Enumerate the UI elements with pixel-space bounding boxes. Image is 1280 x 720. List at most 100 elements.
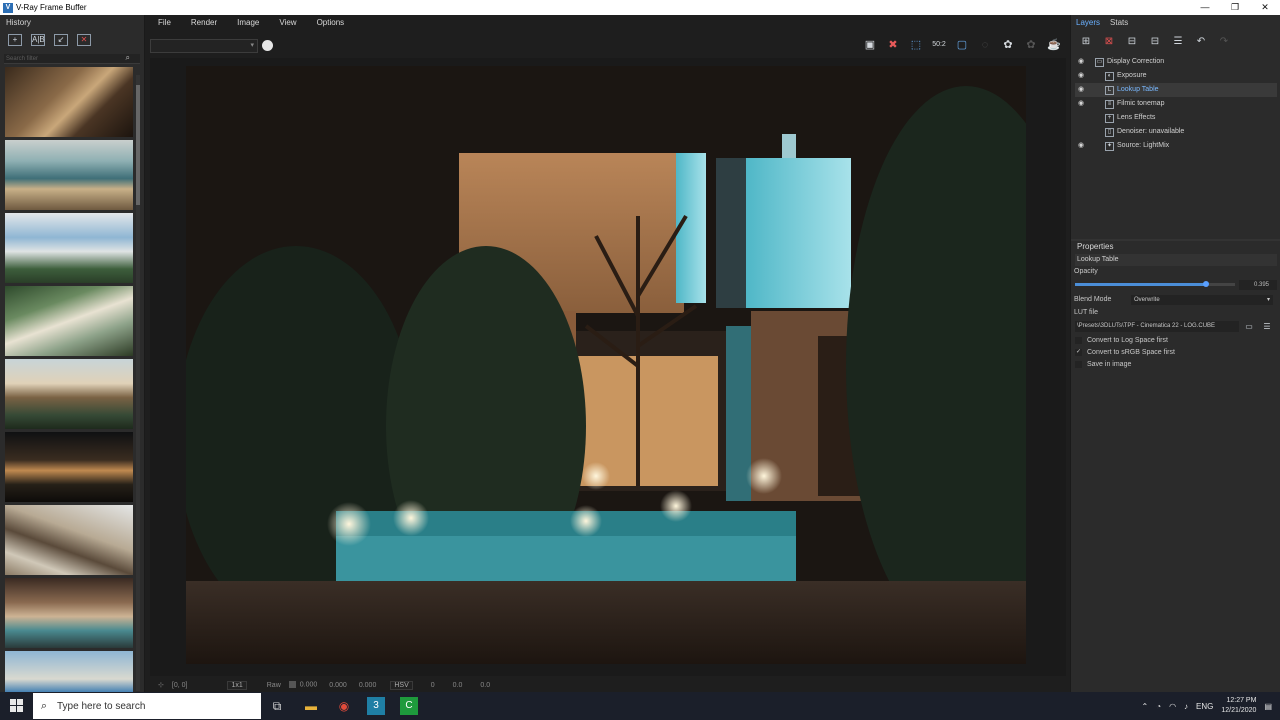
channel-select[interactable]: ▾ [150, 39, 258, 53]
clear-image-icon[interactable]: ✖ [885, 37, 901, 53]
region-render-icon[interactable]: ⬚ [908, 37, 924, 53]
history-thumbnail[interactable] [5, 651, 133, 692]
tab-stats[interactable]: Stats [1105, 15, 1133, 31]
lut-list-icon[interactable]: ☰ [1261, 321, 1273, 332]
zoom-icon[interactable]: 50:2 [931, 37, 947, 53]
check-srgb-space[interactable]: ✓ Convert to sRGB Space first [1075, 349, 1175, 356]
remove-history-icon[interactable]: ✕ [77, 34, 91, 46]
chrome-icon[interactable]: ◉ [335, 697, 353, 715]
chevron-down-icon: ▾ [250, 42, 254, 49]
history-thumbnail[interactable] [5, 578, 133, 648]
menu-view[interactable]: View [271, 15, 308, 31]
checkbox[interactable] [1075, 361, 1082, 368]
frame-icon[interactable]: ▢ [954, 37, 970, 53]
layer-filmic-tonemap[interactable]: ◉ ≡ Filmic tonemap [1075, 97, 1277, 111]
browse-folder-icon[interactable]: ▭ [1243, 321, 1255, 332]
add-layer-icon[interactable]: ⊞ [1079, 35, 1093, 49]
folder-layer-icon: ▭ [1095, 57, 1104, 67]
exposure-layer-icon: ◐ [1105, 71, 1114, 81]
network-icon[interactable]: ◔ [1156, 702, 1161, 711]
task-view-icon[interactable]: ⧉ [268, 697, 286, 715]
visibility-eye-icon[interactable]: ◉ [1075, 97, 1087, 111]
redo-icon[interactable]: ↷ [1217, 35, 1231, 49]
pick-cursor-icon[interactable]: ⊹ [158, 681, 164, 689]
layer-name: Denoiser: unavailable [1117, 128, 1185, 135]
history-thumbnails [5, 67, 134, 692]
history-thumbnail[interactable] [5, 359, 133, 429]
chevron-up-icon[interactable]: ⌃ [1142, 702, 1149, 711]
layer-name: Exposure [1117, 72, 1147, 79]
save-icon[interactable]: ▣ [862, 37, 878, 53]
layers-panel: Layers Stats ⊞ ⊠ ⊟ ⊟ ☰ ↶ ↷ ◉ ▭ Display C… [1070, 15, 1280, 692]
file-explorer-icon[interactable]: ▬ [302, 697, 320, 715]
render-viewport[interactable] [150, 58, 1066, 676]
windows-start-icon[interactable] [10, 699, 23, 712]
check-log-space[interactable]: Convert to Log Space first [1075, 337, 1168, 344]
close-button[interactable]: ✕ [1250, 0, 1280, 15]
opacity-slider-handle[interactable] [1203, 281, 1209, 287]
history-scrollbar[interactable] [136, 75, 140, 691]
pick-icon[interactable]: ◌ [977, 37, 993, 53]
camtasia-icon[interactable]: C [400, 697, 418, 715]
3dsmax-icon[interactable]: 3 [367, 697, 385, 715]
history-thumbnail[interactable] [5, 67, 133, 137]
history-thumbnail[interactable] [5, 505, 133, 575]
language-indicator[interactable]: ENG [1196, 702, 1213, 711]
save-history-icon[interactable]: + [8, 34, 22, 46]
stop-icon[interactable]: ✿ [1023, 37, 1039, 53]
taskbar-search-placeholder: Type here to search [57, 700, 146, 712]
history-search-input[interactable]: Search filter ⌕ [4, 53, 140, 64]
taskbar-search-input[interactable]: ⌕ Type here to search [33, 693, 261, 719]
search-icon: ⌕ [40, 699, 48, 712]
history-thumbnail[interactable] [5, 140, 133, 210]
check-save-in-image[interactable]: Save in image [1075, 361, 1131, 368]
undo-icon[interactable]: ↶ [1194, 35, 1208, 49]
history-thumbnail[interactable] [5, 286, 133, 356]
load-history-icon[interactable]: ↙ [54, 34, 68, 46]
checkbox-checked[interactable]: ✓ [1075, 349, 1082, 356]
notifications-icon[interactable]: ▤ [1264, 702, 1272, 711]
checkbox[interactable] [1075, 337, 1082, 344]
colorspace-select[interactable]: HSV [390, 680, 413, 690]
teapot-render-icon[interactable]: ☕ [1046, 37, 1062, 53]
history-thumbnail[interactable] [5, 432, 133, 502]
menu-image[interactable]: Image [229, 15, 271, 31]
visibility-eye-icon[interactable]: ◉ [1075, 55, 1087, 69]
minimize-button[interactable]: — [1190, 0, 1220, 15]
layer-lens-effects[interactable]: + Lens Effects [1075, 111, 1277, 125]
lut-file-field[interactable]: \Presets\3DLUTs\TPF - Cinematica 22 - LO… [1075, 321, 1239, 332]
maximize-button[interactable]: ❐ [1220, 0, 1250, 15]
delete-layer-icon[interactable]: ⊠ [1102, 35, 1116, 49]
history-thumbnail[interactable] [5, 213, 133, 283]
wifi-icon[interactable]: ◠ [1169, 702, 1176, 711]
blend-mode-select[interactable]: Overwrite ▾ [1131, 295, 1273, 305]
compare-ab-icon[interactable]: A|B [31, 34, 45, 46]
menu-file[interactable]: File [150, 15, 183, 31]
save-layers-icon[interactable]: ⊟ [1125, 35, 1139, 49]
layer-display-correction[interactable]: ◉ ▭ Display Correction [1075, 55, 1277, 69]
clock[interactable]: 12:27 PM 12/21/2020 [1221, 696, 1256, 716]
opacity-slider[interactable] [1075, 281, 1235, 287]
layer-source-lightmix[interactable]: ◉ ✦ Source: LightMix [1075, 139, 1277, 153]
menu-options[interactable]: Options [309, 15, 357, 31]
layer-name: Display Correction [1107, 58, 1165, 65]
visibility-eye-icon[interactable]: ◉ [1075, 69, 1087, 83]
blend-mode-label: Blend Mode [1074, 296, 1112, 303]
render-scene [186, 66, 1026, 664]
checkbox-label: Convert to Log Space first [1087, 337, 1168, 344]
layer-denoiser[interactable]: ▯ Denoiser: unavailable [1075, 125, 1277, 139]
tab-layers[interactable]: Layers [1071, 15, 1105, 31]
volume-icon[interactable]: ♪ [1184, 702, 1188, 711]
render-interactive-icon[interactable]: ✿ [1000, 37, 1016, 53]
visibility-eye-icon[interactable]: ◉ [1075, 139, 1087, 153]
color-picker-icon[interactable] [262, 40, 273, 51]
layer-exposure[interactable]: ◉ ◐ Exposure [1075, 69, 1277, 83]
layer-lookup-table[interactable]: ◉ L Lookup Table [1075, 83, 1277, 97]
checkbox-label: Save in image [1087, 361, 1132, 368]
layer-list-icon[interactable]: ☰ [1171, 35, 1185, 49]
load-layers-icon[interactable]: ⊟ [1148, 35, 1162, 49]
opacity-value[interactable]: 0.395 [1239, 280, 1277, 290]
zoom-select[interactable]: 1x1 [227, 680, 247, 690]
menu-render[interactable]: Render [183, 15, 229, 31]
visibility-eye-icon[interactable]: ◉ [1075, 83, 1087, 97]
